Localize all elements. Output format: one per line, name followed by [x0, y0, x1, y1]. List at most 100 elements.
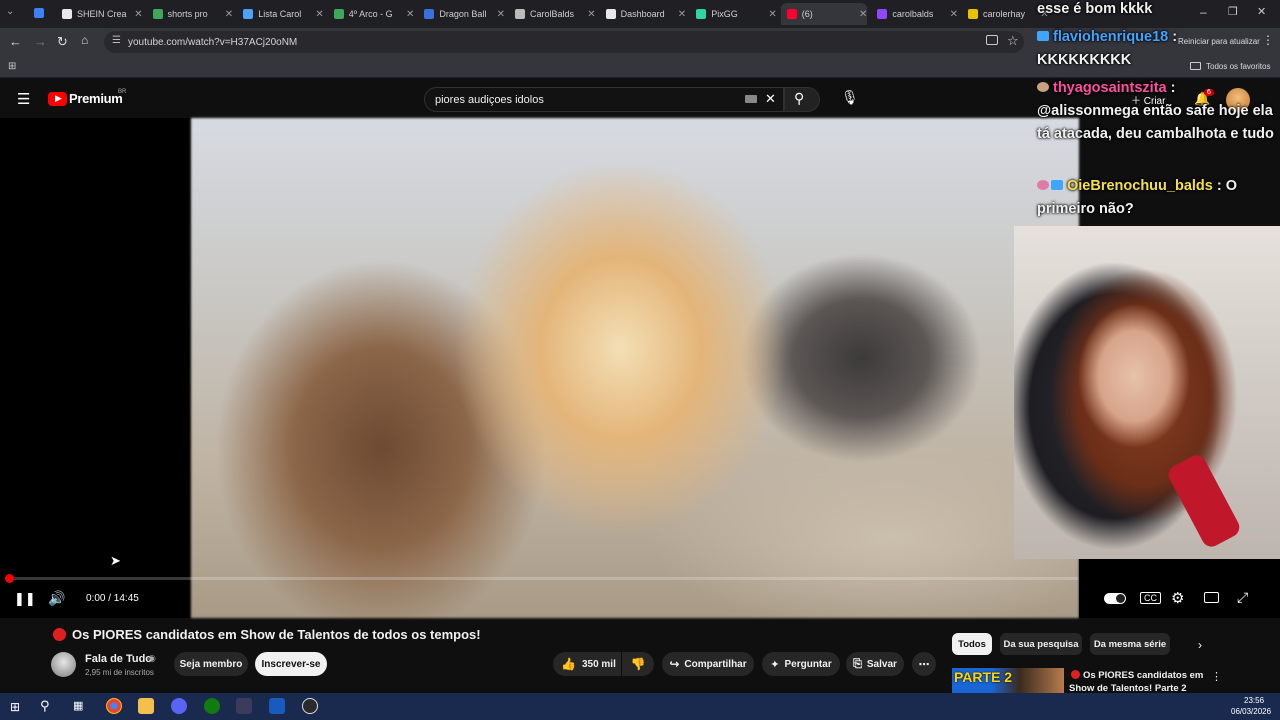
discord-taskbar-icon[interactable] [171, 698, 187, 714]
share-icon: ↪ [669, 657, 680, 671]
chip-all[interactable]: Todos [952, 633, 992, 655]
tab-close-icon[interactable]: ✕ [225, 9, 233, 20]
tab-favicon-icon [424, 9, 435, 19]
subtitles-icon[interactable]: CC [1140, 592, 1161, 604]
mouse-cursor-icon: ➤ [110, 553, 121, 568]
ask-label: Perguntar [784, 658, 832, 670]
reload-icon[interactable]: ↻ [57, 34, 68, 50]
browser-tab[interactable]: PixGG ✕ [690, 3, 777, 25]
home-icon[interactable]: ⌂ [81, 33, 88, 47]
tab-title: shorts pro [167, 9, 208, 19]
browser-tab[interactable]: CarolBalds ✕ [509, 3, 596, 25]
tab-close-icon[interactable]: ✕ [768, 9, 776, 20]
chat-badge-icon [1051, 180, 1063, 190]
share-button[interactable]: ↪ Compartilhar [662, 652, 754, 676]
chip-same-series[interactable]: Da mesma série [1090, 633, 1170, 655]
taskbar-time[interactable]: 23:56 [1244, 696, 1264, 705]
chat-message: thyagosaintszita : @alissonmega então sa… [1037, 77, 1280, 146]
ask-button[interactable]: ✦ Perguntar [762, 652, 840, 676]
tab-close-icon[interactable]: ✕ [497, 9, 505, 20]
tab-favicon-icon [243, 9, 254, 19]
file-explorer-icon[interactable] [138, 698, 154, 714]
windows-start-icon[interactable]: ⊞ [10, 700, 20, 714]
fullscreen-icon[interactable]: ⤢ [1237, 589, 1248, 606]
tab-close-icon[interactable]: ✕ [678, 9, 686, 20]
taskbar-search-icon[interactable]: ⚲ [40, 698, 50, 714]
subscriber-count: 2,95 mi de inscritos [85, 668, 154, 677]
tab-close-icon[interactable]: ✕ [406, 9, 414, 20]
word-taskbar-icon[interactable] [269, 698, 285, 714]
progress-bar[interactable] [5, 574, 1078, 583]
voice-search-icon[interactable]: 🎙 [841, 89, 859, 106]
recommendation-title[interactable]: Os PIORES candidatos em Show de Talentos… [1069, 669, 1209, 695]
tab-title: (6) [801, 9, 813, 19]
subscribe-button[interactable]: Inscrever-se [255, 652, 327, 676]
recommendation-menu-icon[interactable]: ⋮ [1211, 670, 1222, 683]
clear-search-icon[interactable]: ✕ [765, 91, 776, 107]
chat-colon: : [1168, 29, 1178, 45]
forward-icon[interactable]: → [34, 34, 47, 49]
shield-taskbar-icon[interactable] [236, 698, 252, 714]
save-button[interactable]: ⎘ Salvar [846, 652, 904, 676]
site-info-icon[interactable]: ☰ [112, 35, 121, 46]
video-frame[interactable] [191, 118, 1079, 618]
pause-icon[interactable]: ❚❚ [14, 591, 36, 607]
chat-badge-icon [1037, 82, 1049, 92]
tab-favicon-icon [877, 9, 888, 19]
join-button[interactable]: Seja membro [174, 652, 248, 676]
tab-favicon-icon [605, 9, 616, 19]
xbox-taskbar-icon[interactable] [204, 698, 220, 714]
search-button[interactable]: ⚲ [784, 87, 820, 112]
time-display: 0:00 / 14:45 [86, 593, 139, 604]
hamburger-menu-icon[interactable]: ☰ [17, 90, 30, 108]
apps-grid-icon[interactable]: ⊞ [8, 61, 16, 72]
browser-tab[interactable]: SHEIN Crea ✕ [56, 3, 143, 25]
channel-avatar[interactable] [51, 652, 76, 677]
miniplayer-icon[interactable] [1204, 592, 1219, 603]
browser-tab[interactable]: Lista Carol ✕ [237, 3, 324, 25]
youtube-play-glyph-icon: ▶ [55, 93, 62, 103]
keyboard-icon[interactable] [745, 95, 757, 103]
bookmark-icon: ⎘ [853, 657, 862, 670]
browser-tab[interactable]: Dashboard ✕ [600, 3, 686, 25]
like-button[interactable]: 👍 350 mil [553, 652, 621, 676]
search-input[interactable]: piores audiçoes idolos ✕ [424, 87, 784, 112]
tab-close-icon[interactable]: ✕ [950, 9, 958, 20]
more-actions-button[interactable]: ⋯ [912, 652, 936, 676]
dislike-button[interactable]: 👎 [622, 652, 654, 676]
install-app-icon[interactable] [986, 35, 998, 45]
browser-tab[interactable]: 4º Arco - G ✕ [328, 3, 414, 25]
taskbar-date[interactable]: 06/03/2026 [1231, 707, 1271, 716]
tab-close-icon[interactable]: ✕ [587, 9, 595, 20]
chat-text: esse é bom kkkk [1037, 1, 1153, 17]
stream-chat-overlay: esse é bom kkkk flaviohenrique18 : KKKKK… [1030, 0, 1280, 226]
pinned-tab-icon[interactable] [34, 8, 44, 18]
task-view-icon[interactable]: ▦ [73, 699, 83, 712]
volume-icon[interactable]: 🔊 [48, 590, 65, 607]
recommendation-thumbnail[interactable]: PARTE 2 [952, 668, 1064, 693]
browser-tab[interactable]: (6) ✕ [780, 3, 868, 25]
tab-favicon-icon [696, 9, 707, 19]
chip-from-search[interactable]: Da sua pesquisa [1000, 633, 1082, 655]
chips-next-icon[interactable]: › [1198, 638, 1202, 652]
url-text: youtube.com/watch?v=H37ACj20oNM [128, 36, 298, 48]
chrome-taskbar-icon[interactable] [106, 698, 122, 714]
bookmark-star-icon[interactable]: ☆ [1007, 33, 1019, 49]
browser-tab[interactable]: carolbalds ✕ [871, 3, 958, 25]
browser-tab[interactable]: shorts pro ✕ [147, 3, 233, 25]
browser-tab[interactable]: Dragon Ball ✕ [418, 3, 505, 25]
obs-taskbar-icon[interactable] [302, 698, 318, 714]
back-icon[interactable]: ← [9, 34, 22, 49]
tab-close-icon[interactable]: ✕ [134, 9, 142, 20]
progress-knob[interactable] [5, 574, 14, 583]
tab-search-icon[interactable]: ⌄ [6, 6, 14, 17]
youtube-logo-text[interactable]: Premium [69, 91, 123, 106]
tab-close-icon[interactable]: ✕ [859, 9, 867, 20]
tab-close-icon[interactable]: ✕ [315, 9, 323, 20]
channel-name[interactable]: Fala de Tudo [85, 653, 152, 665]
settings-gear-icon[interactable]: ⚙ [1171, 589, 1184, 607]
webcam-overlay [1014, 226, 1280, 559]
chat-badge-icon [1037, 180, 1049, 190]
url-field[interactable]: ☰ youtube.com/watch?v=H37ACj20oNM [104, 31, 1024, 53]
live-red-dot-icon [53, 628, 66, 641]
